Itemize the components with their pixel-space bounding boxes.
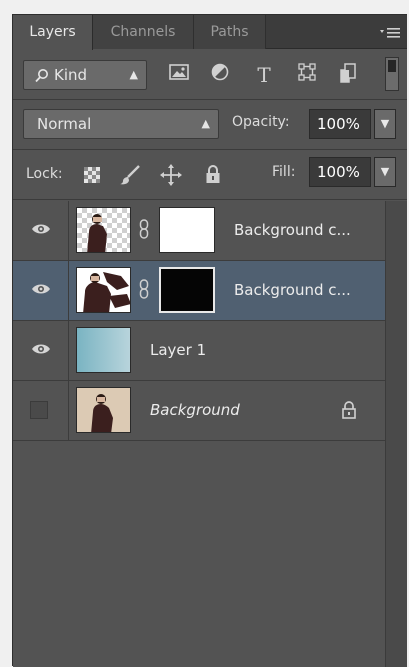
smart-object-filter-icon[interactable] [336,63,360,87]
divider [13,149,407,150]
layer-name[interactable]: Layer 1 [150,321,206,380]
adjustment-filter-icon[interactable] [208,63,232,87]
layers-panel: Layers Channels Paths Kind ▲ T Normal ▲ … [12,14,407,667]
visibility-cell[interactable] [13,321,69,380]
layer-row[interactable]: Background c... [13,261,385,321]
layer-row[interactable]: Layer 1 [13,321,385,381]
layer-mask-thumbnail[interactable] [159,207,215,253]
layers-list: Background c... Background c... Layer 1 … [13,201,385,441]
layer-lock-icon [341,400,357,420]
layer-mask-thumbnail[interactable] [159,267,215,313]
tab-layers[interactable]: Layers [13,15,93,50]
eye-icon[interactable] [31,222,51,236]
shape-filter-icon[interactable] [295,63,319,87]
filter-toggle-switch[interactable] [385,57,399,91]
layer-name[interactable]: Background c... [234,201,351,260]
panel-tab-bar: Layers Channels Paths [13,15,407,50]
blend-mode-select[interactable]: Normal ▲ [23,109,219,139]
layers-scrollbar[interactable] [385,201,407,667]
lock-transparent-pixels-icon[interactable] [81,164,103,186]
image-filter-icon[interactable] [167,63,191,87]
lock-position-icon[interactable] [160,164,182,186]
tab-channels[interactable]: Channels [93,15,194,49]
chain-link-icon[interactable] [138,279,150,301]
layer-name[interactable]: Background c... [234,261,351,320]
lock-image-pixels-icon[interactable] [119,164,141,186]
updown-arrows-icon: ▲ [201,117,210,130]
figure-image [87,214,107,252]
eye-icon[interactable] [31,282,51,296]
figure-image [77,388,130,432]
layer-thumbnail[interactable] [76,207,131,253]
kind-filter-label: Kind [54,66,88,84]
eye-icon[interactable] [31,342,51,356]
opacity-dropdown-button[interactable]: ▼ [374,109,396,139]
panel-menu-icon[interactable] [379,15,401,49]
blend-mode-value: Normal [37,115,92,133]
visibility-cell[interactable] [13,201,69,260]
layers-empty-area [13,441,385,667]
layer-thumbnail[interactable] [76,327,131,373]
layer-row[interactable]: Background [13,381,385,441]
divider [13,99,407,100]
visibility-cell[interactable] [13,381,69,440]
type-filter-icon[interactable]: T [252,63,276,87]
layer-thumbnail[interactable] [76,267,131,313]
updown-arrows-icon: ▲ [129,68,138,81]
fill-input[interactable]: 100% [309,157,371,187]
fill-dropdown-button[interactable]: ▼ [374,157,396,187]
fill-label: Fill: [272,164,296,180]
lock-all-icon[interactable] [202,164,224,186]
figure-image [83,272,130,312]
search-icon [34,61,50,89]
visibility-toggle-empty[interactable] [30,401,48,419]
divider [13,199,407,200]
layer-row[interactable]: Background c... [13,201,385,261]
lock-label: Lock: [26,166,63,182]
layer-name[interactable]: Background [150,381,240,440]
opacity-input[interactable]: 100% [309,109,371,139]
chain-link-icon[interactable] [138,219,150,241]
visibility-cell[interactable] [13,261,69,320]
tab-paths[interactable]: Paths [194,15,266,49]
layer-thumbnail[interactable] [76,387,131,433]
opacity-label: Opacity: [232,114,290,130]
kind-filter-select[interactable]: Kind ▲ [23,60,147,90]
layer-filter-row: Kind ▲ T [13,55,407,99]
